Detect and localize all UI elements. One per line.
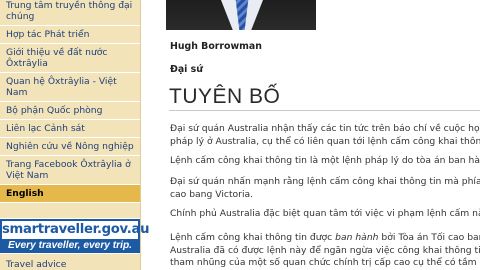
sidebar-item-label: Giới thiệu về đất nước — [6, 47, 108, 58]
sidebar-item-agriculture-research[interactable]: Nghiên cứu về Nông nghiệp — [0, 138, 140, 156]
sidebar-item-label: Nghiên cứu về Nông nghiệp — [6, 141, 134, 152]
sidebar-item-label: Liên lạc Cảnh sát — [6, 123, 85, 134]
title-divider — [169, 110, 480, 111]
sidebar-item-label: Ôxtrâylia — [6, 58, 48, 69]
smartraveller-tagline: Every traveller, every trip. — [7, 240, 133, 251]
paragraph-5: Lệnh cấm công khai thông tin được ban hà… — [170, 232, 480, 270]
sidebar-item-development-cooperation[interactable]: Hợp tác Phát triển — [0, 26, 140, 44]
sidebar-item-travel-advice[interactable]: Travel advice — [0, 256, 140, 270]
sidebar-item-facebook[interactable]: Trang Facebook Ôxtrâylia ở Việt Nam — [0, 156, 140, 185]
paragraph-line: tham nhũng của một số quan chức chính tr… — [170, 257, 480, 268]
paragraph-line: pháp lý ở Australia, cụ thể có liên quan… — [170, 135, 480, 147]
sidebar-item-label: Trang Facebook Ôxtrâylia ở — [6, 159, 131, 170]
ambassador-role: Đại sứ — [170, 64, 203, 75]
ambassador-photo — [166, 0, 316, 30]
sidebar-item-label: English — [6, 188, 44, 199]
paragraph-1: Đại sứ quán Australia nhận thấy các tin … — [170, 123, 480, 148]
paragraph-line: Chính phủ Australia đặc biệt quan tâm tớ… — [170, 208, 480, 219]
sidebar-item-label: Trung tâm truyền thông đại — [6, 0, 133, 11]
paragraph-line: Australia đã có được lệnh này để ngăn ng… — [170, 244, 480, 256]
smartraveller-banner[interactable]: smartraveller.gov.au Every traveller, ev… — [0, 218, 150, 254]
sidebar-item-police-liaison[interactable]: Liên lạc Cảnh sát — [0, 120, 140, 138]
paragraph-2: Lệnh cấm công khai thông tin là một lệnh… — [170, 155, 480, 168]
sidebar-item-label: Bộ phận Quốc phòng — [6, 105, 103, 116]
paragraph-line: Đại sứ quán Australia nhận thấy các tin … — [170, 123, 480, 134]
sidebar-item-label: Hợp tác Phát triển — [6, 29, 90, 40]
ambassador-name: Hugh Borrowman — [170, 41, 262, 52]
sidebar-nav: Trung tâm truyền thông đại chúng Hợp tác… — [0, 0, 150, 270]
paragraph-4: Chính phủ Australia đặc biệt quan tâm tớ… — [170, 208, 480, 221]
page-title: TUYÊN BỐ — [169, 85, 281, 108]
sidebar-item-australia-vietnam-relations[interactable]: Quan hệ Ôxtrâylia - Việt Nam — [0, 73, 140, 102]
paragraph-line: cao bang Victoria. — [170, 188, 254, 200]
paragraph-line: Đại sứ quán nhấn mạnh rằng lệnh cấm công… — [170, 176, 480, 187]
sidebar-item-about-australia[interactable]: Giới thiệu về đất nước Ôxtrâylia — [0, 44, 140, 73]
paragraph-line-rich: Lệnh cấm công khai thông tin được ban hà… — [170, 232, 480, 243]
sidebar-item-label: chúng — [6, 11, 35, 22]
main-content: Hugh Borrowman Đại sứ TUYÊN BỐ Đại sứ qu… — [141, 0, 480, 270]
smartraveller-logo-text: smartraveller.gov.au — [2, 221, 150, 239]
page: Trung tâm truyền thông đại chúng Hợp tác… — [0, 0, 480, 270]
paragraph-3: Đại sứ quán nhấn mạnh rằng lệnh cấm công… — [170, 176, 480, 201]
sidebar-item-label: Quan hệ Ôxtrâylia - Việt Nam — [6, 76, 117, 98]
sidebar-item-media-center[interactable]: Trung tâm truyền thông đại chúng — [0, 0, 140, 26]
sidebar-item-english[interactable]: English — [0, 185, 140, 203]
sidebar-item-defence[interactable]: Bộ phận Quốc phòng — [0, 102, 140, 120]
sidebar-item-label: Việt Nam — [6, 170, 49, 181]
paragraph-line: Lệnh cấm công khai thông tin là một lệnh… — [170, 155, 480, 166]
